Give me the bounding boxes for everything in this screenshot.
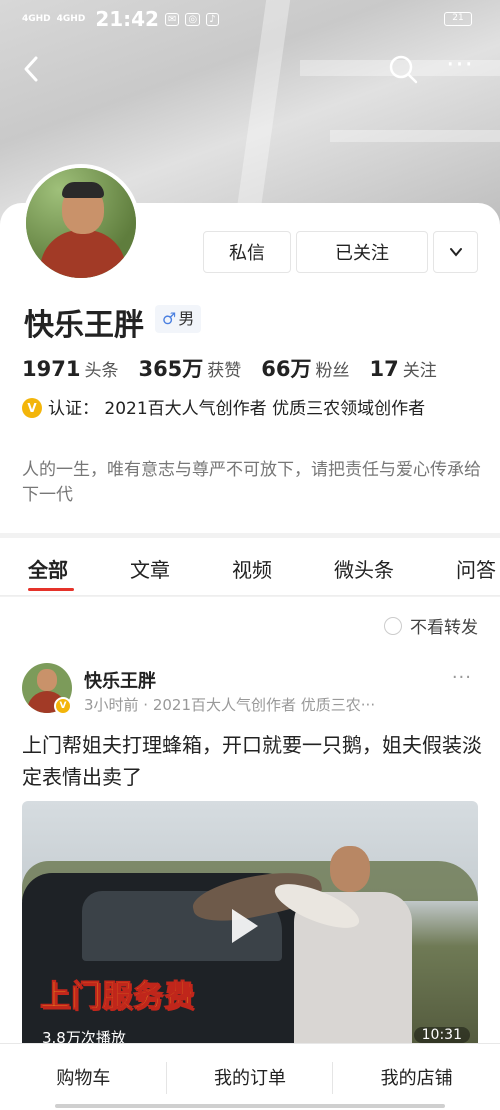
- post-author[interactable]: 快乐王胖: [84, 667, 156, 693]
- stat-posts-label[interactable]: 头条: [84, 356, 118, 381]
- my-store-label: 我的店铺: [380, 1068, 453, 1089]
- post-meta: 3小时前 · 2021百大人气创作者 优质三农···: [84, 696, 376, 714]
- signal-1: 4GHD: [22, 13, 51, 24]
- tab-all[interactable]: 全部: [28, 554, 68, 583]
- tab-qa[interactable]: 问答: [456, 554, 496, 583]
- stat-likes-count[interactable]: 365万: [138, 353, 203, 383]
- battery-icon: 21: [444, 12, 472, 26]
- avatar[interactable]: [22, 164, 140, 282]
- clock: 21:42: [95, 7, 159, 31]
- video-duration: 10:31: [413, 1027, 470, 1043]
- tab-articles[interactable]: 文章: [130, 554, 170, 583]
- more-icon[interactable]: ···: [442, 52, 478, 82]
- verification-info: V 认证： 2021百大人气创作者 优质三农领域创作者: [22, 398, 482, 421]
- stat-following-count[interactable]: 17: [370, 357, 399, 381]
- bottom-bar: 购物车 我的订单 我的店铺: [0, 1043, 500, 1110]
- stat-following-label[interactable]: 关注: [403, 356, 437, 381]
- gender-badge: ♂ 男: [155, 305, 202, 333]
- verification-text: 认证： 2021百大人气创作者 优质三农领域创作者: [48, 399, 426, 419]
- tiktok-icon: ♪: [206, 12, 219, 26]
- gender-label: 男: [178, 309, 195, 328]
- message-button[interactable]: 私信: [203, 231, 291, 273]
- stat-likes-label[interactable]: 获赞: [207, 356, 241, 381]
- content-tabs: 全部 文章 视频 微头条 问答: [0, 538, 500, 596]
- post-title[interactable]: 上门帮姐夫打理蜂箱，开口就要一只鹅，姐夫假装淡定表情出卖了: [22, 729, 482, 793]
- my-orders-label: 我的订单: [214, 1068, 286, 1089]
- my-store-button[interactable]: 我的店铺: [333, 1044, 500, 1110]
- hide-reposts-toggle[interactable]: 不看转发: [384, 613, 478, 638]
- app-notification-icon: ◎: [185, 12, 201, 26]
- stat-fans-label[interactable]: 粉丝: [316, 356, 350, 381]
- post-more-icon[interactable]: ···: [452, 667, 472, 688]
- verified-icon: V: [22, 398, 42, 418]
- video-thumbnail[interactable]: 上门服务费 3.8万次播放 10:31: [22, 801, 478, 1043]
- hide-reposts-label: 不看转发: [410, 618, 478, 638]
- play-icon[interactable]: [232, 909, 258, 943]
- profile-name: 快乐王胖: [24, 308, 144, 343]
- recommend-dropdown-button[interactable]: [433, 231, 478, 273]
- signal-2: 4GHD: [56, 13, 86, 24]
- feed-post[interactable]: V 快乐王胖 3小时前 · 2021百大人气创作者 优质三农··· ··· 上门…: [0, 653, 500, 1043]
- top-nav: ···: [0, 48, 500, 92]
- profile-bio: 人的一生，唯有意志与尊严不可放下，请把责任与爱心传承给下一代: [22, 460, 481, 505]
- video-views: 3.8万次播放: [42, 1029, 126, 1043]
- home-indicator: [55, 1104, 445, 1108]
- video-caption: 上门服务费: [40, 979, 195, 1015]
- shopping-cart-label: 购物车: [56, 1068, 111, 1089]
- active-tab-indicator: [28, 588, 74, 591]
- tab-videos[interactable]: 视频: [232, 554, 272, 583]
- tab-micro-posts[interactable]: 微头条: [334, 554, 394, 583]
- shopping-cart-button[interactable]: 购物车: [0, 1044, 167, 1110]
- stat-posts-count[interactable]: 1971: [22, 357, 80, 381]
- verified-icon: V: [54, 697, 72, 715]
- filter-row: 不看转发: [0, 597, 500, 653]
- male-icon: ♂: [162, 309, 177, 328]
- my-orders-button[interactable]: 我的订单: [167, 1044, 334, 1110]
- back-icon[interactable]: [18, 54, 48, 84]
- stat-fans-count[interactable]: 66万: [261, 353, 311, 383]
- radio-icon: [384, 616, 402, 635]
- search-icon[interactable]: [388, 54, 418, 84]
- status-bar: 4GHD 4GHD 21:42 ✉ ◎ ♪ 21: [0, 0, 500, 38]
- notification-icon: ✉: [164, 12, 180, 26]
- profile-stats: 1971 头条 365万 获赞 66万 粉丝 17 关注: [22, 353, 457, 383]
- chevron-down-icon: [449, 248, 462, 257]
- following-button[interactable]: 已关注: [296, 231, 428, 273]
